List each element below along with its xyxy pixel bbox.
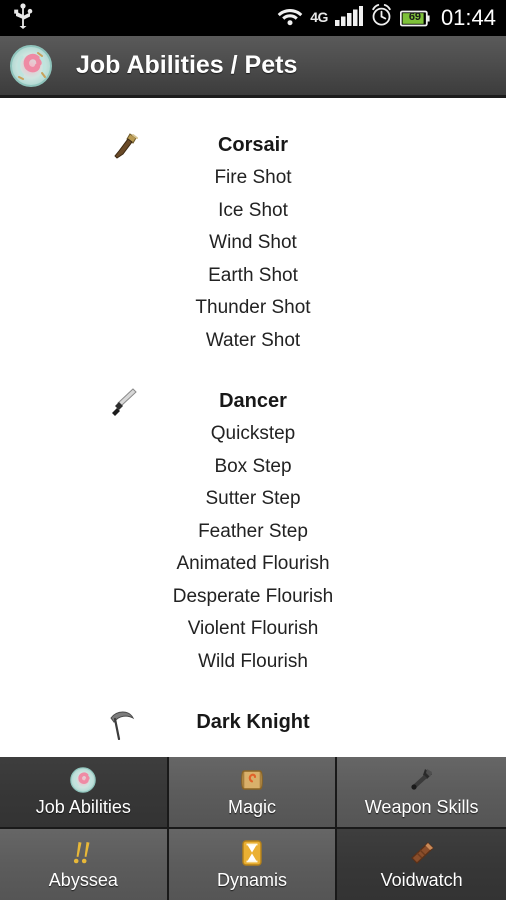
page-title: Job Abilities / Pets [76,51,298,79]
tab-job-abilities[interactable]: Job Abilities [0,757,169,829]
tab-label: Job Abilities [35,797,131,818]
tab-dynamis[interactable]: Dynamis [168,828,338,900]
job-group: Dark Knight [0,706,506,740]
list-item[interactable]: Wild Flourish [0,646,506,679]
tab-label: Abyssea [48,869,118,890]
job-name-label: Dark Knight [196,711,310,733]
list-item[interactable]: Animated Flourish [0,548,506,581]
tab-abyssea[interactable]: Abyssea [0,828,169,900]
hourglass-icon [237,838,267,868]
ability-list[interactable]: Corsair Fire Shot Ice Shot Wind Shot Ear… [0,101,506,757]
log-icon [407,838,437,868]
list-item[interactable]: Desperate Flourish [0,581,506,614]
list-item[interactable]: Earth Shot [0,260,506,293]
job-name-label: Corsair [217,134,289,156]
list-item[interactable]: Thunder Shot [0,292,506,325]
list-item[interactable]: Wind Shot [0,227,506,260]
status-bar-left-icons [12,2,34,34]
tab-label: Dynamis [216,869,287,890]
status-bar-right-icons: 4G 69 01:44 [277,4,496,32]
job-name-label: Dancer [219,390,287,412]
list-item[interactable]: Ice Shot [0,195,506,228]
job-header: Dark Knight [0,706,506,740]
list-item[interactable]: Violent Flourish [0,613,506,646]
tab-label: Magic [227,797,276,818]
wifi-icon [277,5,303,31]
alarm-clock-icon [370,4,393,32]
battery-icon: 69 [399,10,430,27]
gun-icon [103,129,143,163]
list-top-spacer [0,101,506,129]
list-item[interactable]: Quickstep [0,418,506,451]
bottom-tab-bar[interactable]: Job Abilities Magic Weapon Skills Abysse… [0,757,506,900]
tab-label: Voidwatch [380,869,463,890]
list-item[interactable]: Fire Shot [0,162,506,195]
clock-label: 01:44 [440,5,496,30]
list-item[interactable]: Feather Step [0,516,506,549]
axe-icon [407,765,437,795]
app-logo-icon [68,765,98,795]
signal-bars-icon [334,5,363,31]
list-item[interactable]: Box Step [0,451,506,484]
battery-percent-label: 69 [408,10,422,23]
app-logo-icon [8,43,54,89]
scythe-icon [103,706,143,740]
tab-magic[interactable]: Magic [168,757,338,829]
title-bar: Job Abilities / Pets [0,36,506,98]
list-item[interactable]: Sutter Step [0,483,506,516]
job-group: Dancer Quickstep Box Step Sutter Step Fe… [0,385,506,678]
scroll-icon [237,765,267,795]
double-exclamation-icon [68,838,98,868]
usb-icon [12,2,34,34]
job-header: Corsair [0,129,506,162]
tab-voidwatch[interactable]: Voidwatch [337,828,506,900]
dagger-icon [103,385,143,419]
network-4g-icon: 4G [310,9,328,25]
list-item[interactable]: Water Shot [0,325,506,358]
job-group: Corsair Fire Shot Ice Shot Wind Shot Ear… [0,129,506,357]
tab-label: Weapon Skills [364,797,479,818]
status-bar: 4G 69 01:44 [0,0,506,36]
tab-weapon-skills[interactable]: Weapon Skills [337,757,506,829]
job-header: Dancer [0,385,506,418]
